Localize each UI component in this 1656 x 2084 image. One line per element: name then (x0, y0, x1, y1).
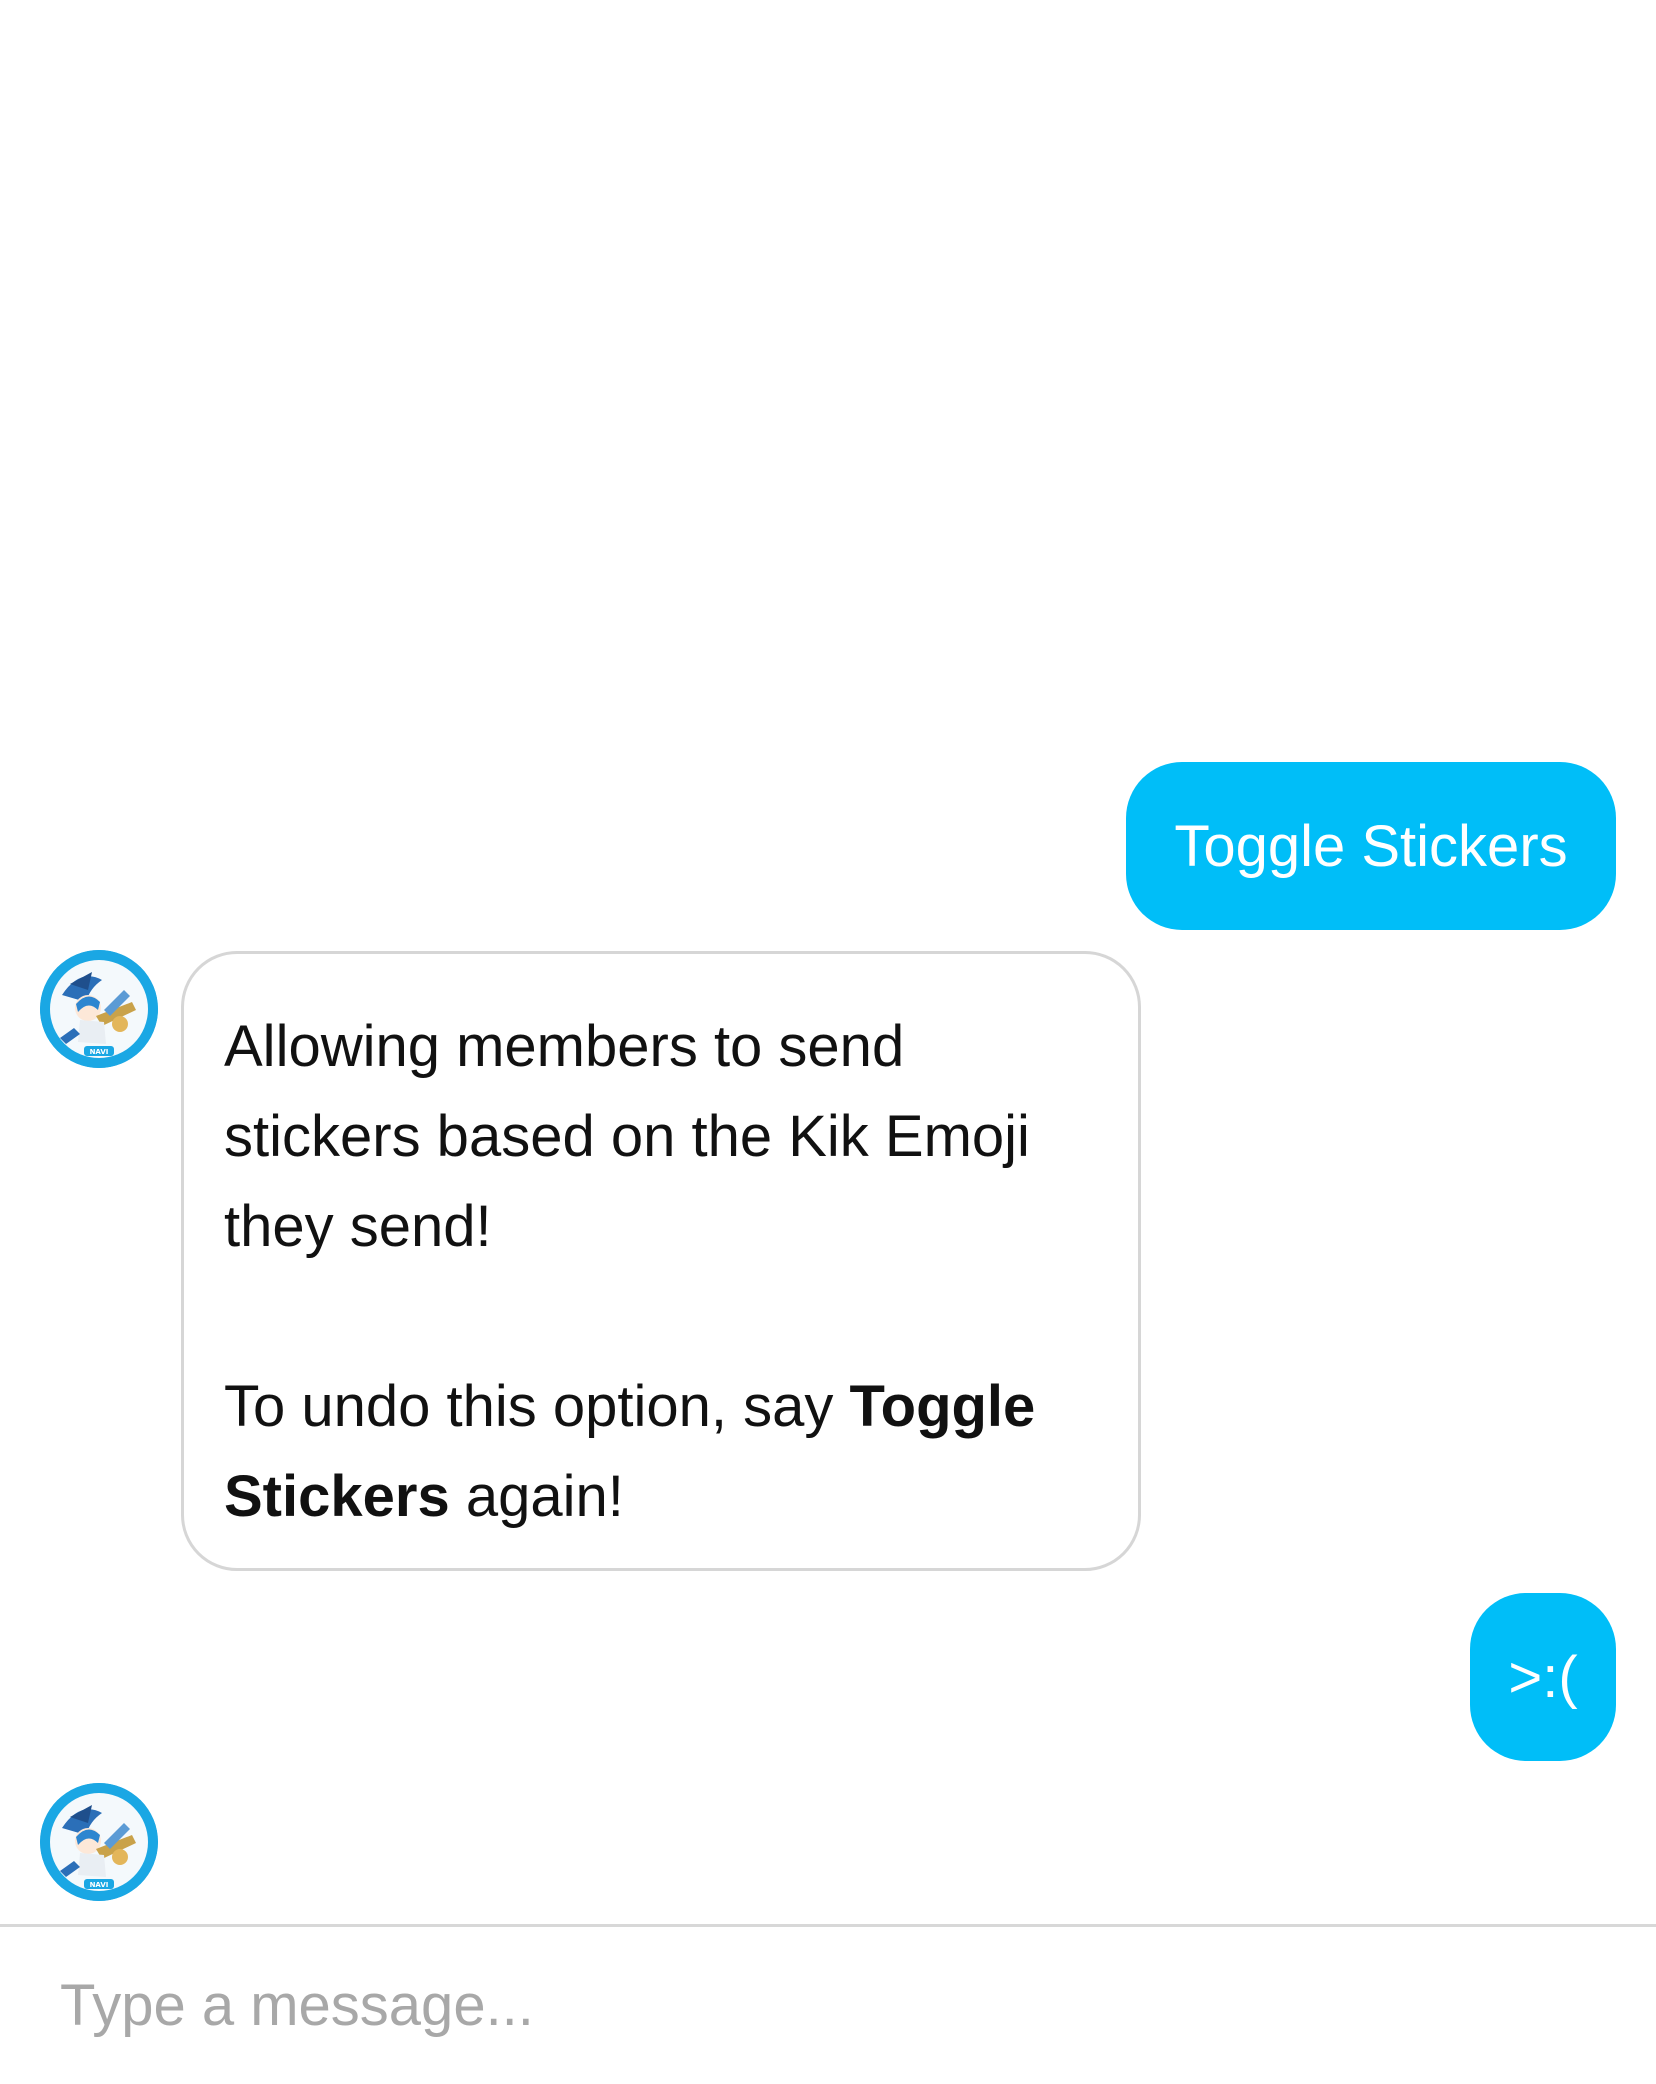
incoming-message-bubble[interactable]: Allowing members to send stickers based … (181, 951, 1141, 1571)
outgoing-message-bubble[interactable]: >:( (1470, 1593, 1616, 1761)
chat-thread: Toggle Stickers NAVI Allowing members to… (0, 0, 1656, 1924)
message-text: again! (449, 1464, 624, 1529)
message-paragraph: To undo this option, say Toggle Stickers… (224, 1362, 1098, 1542)
message-text: >:( (1508, 1644, 1578, 1710)
bot-avatar-image: NAVI (40, 1783, 158, 1901)
outgoing-message-bubble[interactable]: Toggle Stickers (1126, 762, 1616, 930)
avatar-badge-text: NAVI (90, 1881, 109, 1889)
avatar-badge-text: NAVI (90, 1048, 109, 1056)
bot-avatar[interactable]: NAVI (40, 950, 158, 1068)
bot-avatar[interactable]: NAVI (40, 1783, 158, 1901)
message-text: Toggle Stickers (1174, 813, 1568, 879)
message-paragraph: Allowing members to send stickers based … (224, 1014, 1030, 1259)
message-input[interactable] (60, 1955, 1600, 2055)
message-text: To undo this option, say (224, 1374, 850, 1439)
bot-avatar-image: NAVI (40, 950, 158, 1068)
message-composer (0, 1924, 1656, 2084)
